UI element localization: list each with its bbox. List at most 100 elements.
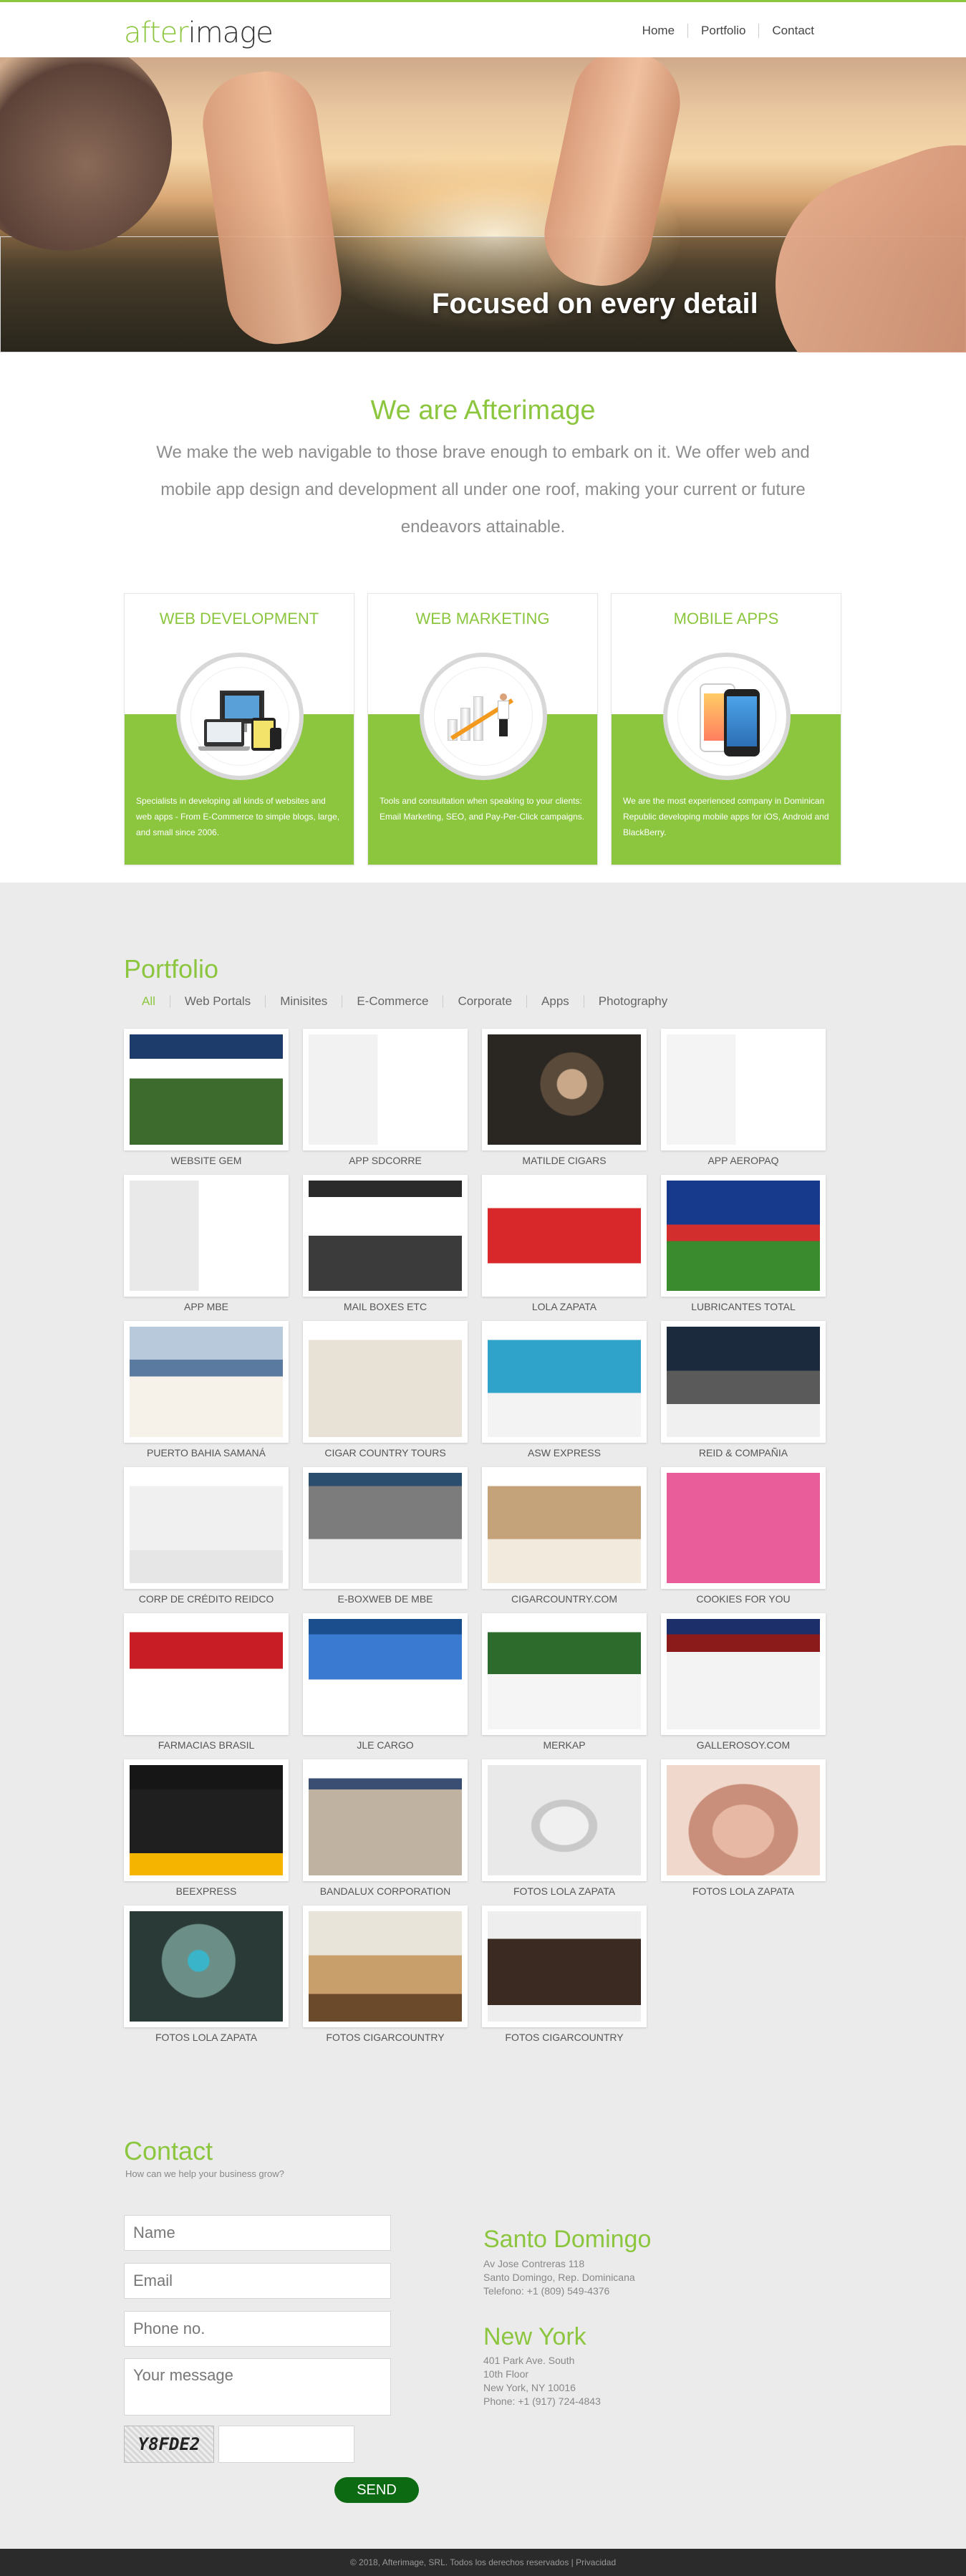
portfolio-thumbnail[interactable] (124, 1467, 289, 1589)
address-line: New York, NY 10016 (483, 2382, 576, 2393)
service-card-web-marketing[interactable]: WEB MARKETING Tools and consultation whe… (367, 593, 598, 865)
portfolio-item[interactable]: WEBSITE GEM (124, 1029, 289, 1176)
portfolio-item-label: FOTOS CIGARCOUNTRY (326, 2032, 445, 2043)
portfolio-thumbnail[interactable] (124, 1029, 289, 1150)
phone-icon (270, 728, 281, 749)
portfolio-screenshot (488, 1619, 641, 1729)
portfolio-item[interactable]: APP MBE (124, 1175, 289, 1322)
service-card-web-development[interactable]: WEB DEVELOPMENT Specialists in developin… (124, 593, 354, 865)
hero-banner: Focused on every detail (0, 57, 966, 352)
portfolio-item-label: MATILDE CIGARS (522, 1155, 607, 1166)
portfolio-item-label: APP SDCORRE (349, 1155, 422, 1166)
portfolio-item[interactable]: BEEXPRESS (124, 1759, 289, 1906)
address-line: Phone: +1 (917) 724-4843 (483, 2395, 601, 2407)
portfolio-thumbnail[interactable] (482, 1905, 647, 2027)
portfolio-item[interactable]: REID & COMPAÑIA (661, 1321, 826, 1468)
portfolio-item-label: JLE CARGO (357, 1739, 414, 1751)
portfolio-thumbnail[interactable] (303, 1759, 468, 1881)
portfolio-item[interactable]: FARMACIAS BRASIL (124, 1613, 289, 1760)
portfolio-item[interactable]: COOKIES FOR YOU (661, 1467, 826, 1614)
footer: © 2018, Afterimage, SRL. Todos los derec… (0, 2549, 966, 2576)
nav-home[interactable]: Home (629, 24, 689, 38)
filter-minisites[interactable]: Minisites (265, 995, 342, 1008)
portfolio-item[interactable]: APP AEROPAQ (661, 1029, 826, 1176)
portfolio-thumbnail[interactable] (661, 1467, 826, 1589)
portfolio-screenshot (667, 1619, 820, 1729)
service-description: Tools and consultation when speaking to … (380, 796, 585, 822)
portfolio-item[interactable]: CIGAR COUNTRY TOURS (303, 1321, 468, 1468)
portfolio-item-label: APP MBE (184, 1301, 228, 1312)
portfolio-item[interactable]: LOLA ZAPATA (482, 1175, 647, 1322)
filter-corporate[interactable]: Corporate (443, 995, 526, 1008)
portfolio-item[interactable]: FOTOS CIGARCOUNTRY (482, 1905, 647, 2052)
phone-field[interactable] (124, 2311, 391, 2347)
portfolio-thumbnail[interactable] (124, 1613, 289, 1735)
portfolio-item[interactable]: GALLEROSOY.COM (661, 1613, 826, 1760)
portfolio-item[interactable]: BANDALUX CORPORATION (303, 1759, 468, 1906)
portfolio-item-label: WEBSITE GEM (170, 1155, 242, 1166)
logo[interactable]: afterimage (124, 16, 274, 49)
portfolio-thumbnail[interactable] (482, 1613, 647, 1735)
portfolio-item[interactable]: CORP DE CRÉDITO REIDCO (124, 1467, 289, 1614)
filter-photography[interactable]: Photography (583, 995, 682, 1008)
portfolio-thumbnail[interactable] (661, 1321, 826, 1443)
portfolio-item[interactable]: CIGARCOUNTRY.COM (482, 1467, 647, 1614)
portfolio-item[interactable]: E-BOXWEB DE MBE (303, 1467, 468, 1614)
portfolio-thumbnail[interactable] (661, 1029, 826, 1150)
contact-title: Contact (124, 2136, 213, 2166)
portfolio-thumbnail[interactable] (124, 1321, 289, 1443)
portfolio-item[interactable]: FOTOS LOLA ZAPATA (482, 1759, 647, 1906)
portfolio-item[interactable]: FOTOS LOLA ZAPATA (661, 1759, 826, 1906)
message-field[interactable] (124, 2358, 391, 2416)
intro-heading-brand: Afterimage (463, 395, 596, 426)
filter-e-commerce[interactable]: E-Commerce (342, 995, 443, 1008)
portfolio-thumbnail[interactable] (482, 1467, 647, 1589)
email-field[interactable] (124, 2263, 391, 2299)
portfolio-item[interactable]: MERKAP (482, 1613, 647, 1760)
filter-web-portals[interactable]: Web Portals (169, 995, 265, 1008)
portfolio-thumbnail[interactable] (303, 1029, 468, 1150)
portfolio-item[interactable]: FOTOS LOLA ZAPATA (124, 1905, 289, 2052)
portfolio-item-label: GALLEROSOY.COM (696, 1739, 791, 1751)
portfolio-screenshot (488, 1181, 641, 1291)
portfolio-item-label: MERKAP (543, 1739, 586, 1751)
portfolio-thumbnail[interactable] (661, 1759, 826, 1881)
businessman-icon (498, 693, 509, 738)
nav-portfolio[interactable]: Portfolio (688, 24, 760, 38)
address-line: Santo Domingo, Rep. Dominicana (483, 2272, 635, 2283)
portfolio-thumbnail[interactable] (482, 1321, 647, 1443)
portfolio-item[interactable]: JLE CARGO (303, 1613, 468, 1760)
portfolio-item[interactable]: ASW EXPRESS (482, 1321, 647, 1468)
portfolio-thumbnail[interactable] (303, 1321, 468, 1443)
portfolio-item-label: FOTOS CIGARCOUNTRY (505, 2032, 624, 2043)
portfolio-thumbnail[interactable] (661, 1613, 826, 1735)
portfolio-item[interactable]: MAIL BOXES ETC (303, 1175, 468, 1322)
portfolio-thumbnail[interactable] (482, 1175, 647, 1297)
nav-contact[interactable]: Contact (759, 24, 814, 38)
portfolio-item[interactable]: PUERTO BAHIA SAMANÁ (124, 1321, 289, 1468)
portfolio-thumbnail[interactable] (661, 1175, 826, 1297)
name-field[interactable] (124, 2215, 391, 2251)
portfolio-thumbnail[interactable] (303, 1467, 468, 1589)
portfolio-item[interactable]: LUBRICANTES TOTAL (661, 1175, 826, 1322)
portfolio-thumbnail[interactable] (303, 1613, 468, 1735)
portfolio-screenshot (309, 1619, 462, 1729)
portfolio-item[interactable]: FOTOS CIGARCOUNTRY (303, 1905, 468, 2052)
portfolio-thumbnail[interactable] (303, 1175, 468, 1297)
portfolio-item[interactable]: MATILDE CIGARS (482, 1029, 647, 1176)
portfolio-screenshot (667, 1327, 820, 1437)
filter-apps[interactable]: Apps (526, 995, 584, 1008)
portfolio-thumbnail[interactable] (482, 1029, 647, 1150)
service-card-mobile-apps[interactable]: MOBILE APPS We are the most experienced … (611, 593, 841, 865)
portfolio-item[interactable]: APP SDCORRE (303, 1029, 468, 1176)
portfolio-thumbnail[interactable] (124, 1759, 289, 1881)
portfolio-thumbnail[interactable] (482, 1759, 647, 1881)
portfolio-thumbnail[interactable] (124, 1175, 289, 1297)
send-button[interactable]: SEND (334, 2477, 419, 2503)
service-description: We are the most experienced company in D… (623, 796, 829, 837)
portfolio-screenshot (130, 1473, 283, 1583)
portfolio-thumbnail[interactable] (124, 1905, 289, 2027)
portfolio-thumbnail[interactable] (303, 1905, 468, 2027)
filter-all[interactable]: All (131, 995, 170, 1008)
captcha-input[interactable] (218, 2426, 354, 2463)
